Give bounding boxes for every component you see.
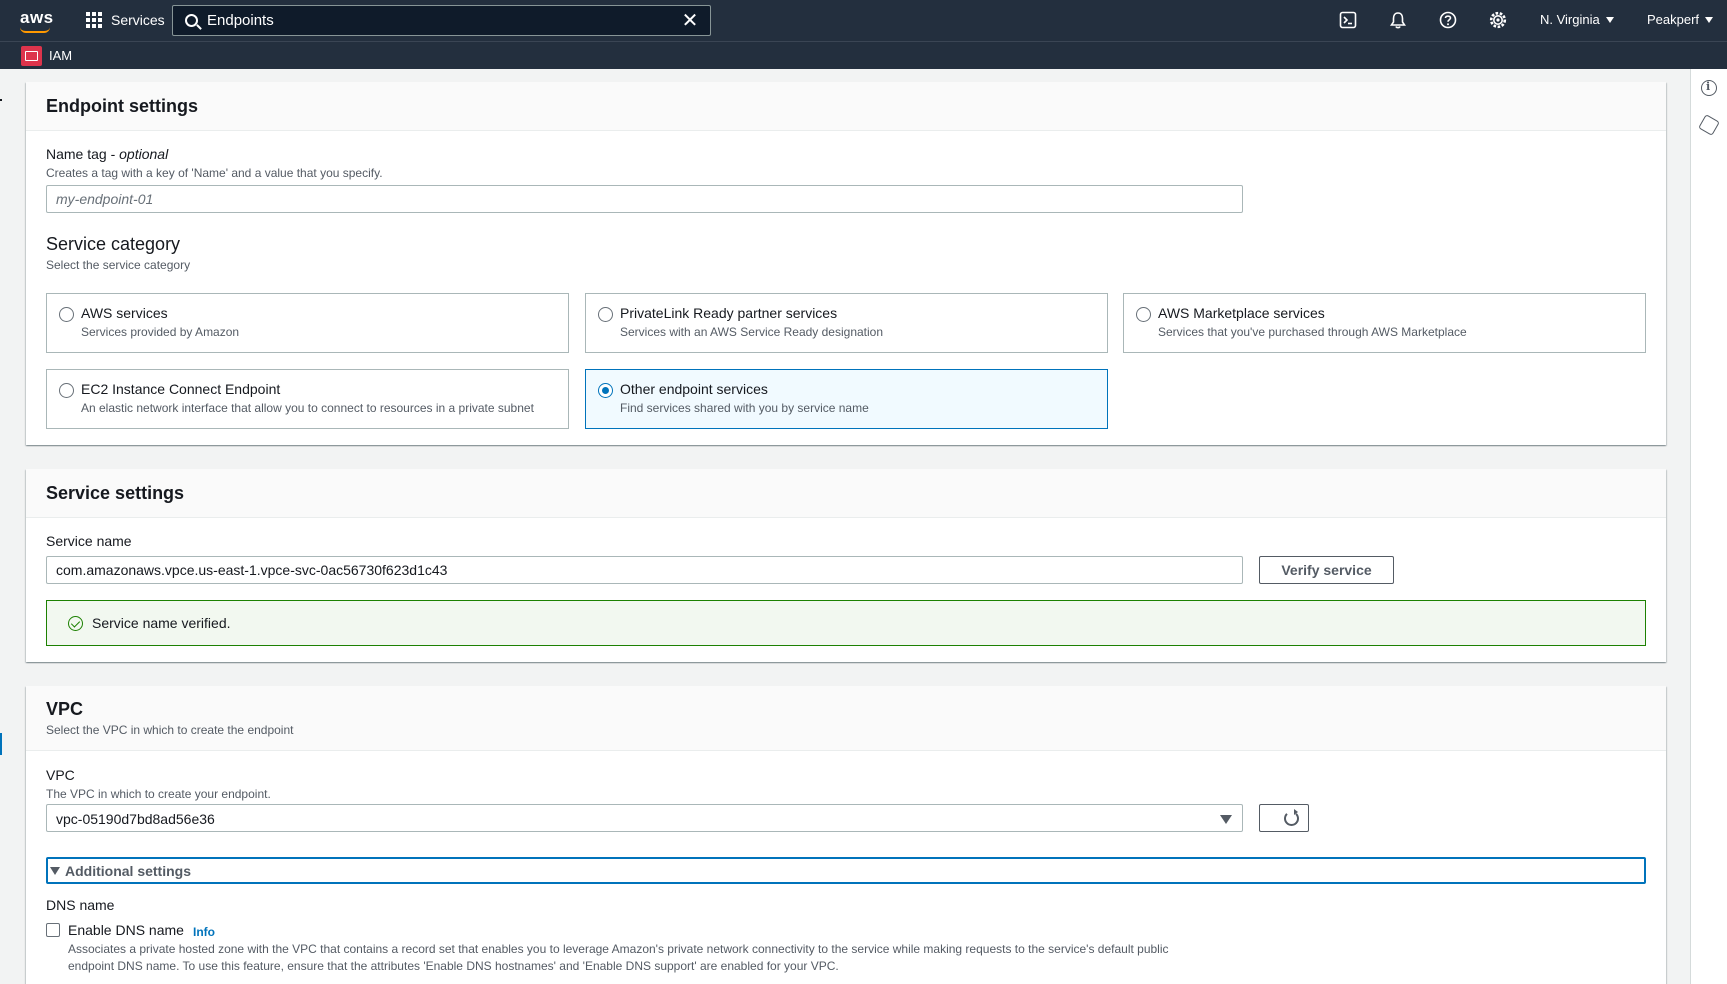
service-name-input[interactable] xyxy=(46,556,1243,584)
chevron-down-icon xyxy=(1605,17,1614,23)
caret-down-icon xyxy=(1220,815,1232,824)
verify-service-button[interactable]: Verify service xyxy=(1259,556,1394,584)
service-bar: IAM xyxy=(0,41,1727,69)
vpc-field-label: VPC xyxy=(46,767,75,783)
tile-ec2-instance-connect-endpoint[interactable]: EC2 Instance Connect Endpoint An elastic… xyxy=(46,369,569,429)
help-icon[interactable] xyxy=(1438,10,1458,30)
radio-button-selected[interactable] xyxy=(598,383,613,398)
tile-description: Services provided by Amazon xyxy=(81,325,240,339)
enable-dns-label[interactable]: Enable DNS name xyxy=(68,922,184,938)
name-tag-description: Creates a tag with a key of 'Name' and a… xyxy=(46,166,383,180)
account-menu[interactable]: Peakperf xyxy=(1647,12,1714,27)
info-icon[interactable] xyxy=(1701,80,1717,96)
tile-title: EC2 Instance Connect Endpoint xyxy=(81,381,281,397)
account-label: Peakperf xyxy=(1647,12,1700,27)
tile-privatelink-partner-services[interactable]: PrivateLink Ready partner services Servi… xyxy=(585,293,1108,353)
tile-other-endpoint-services[interactable]: Other endpoint services Find services sh… xyxy=(585,369,1108,429)
tile-title: AWS services xyxy=(81,305,168,321)
divider xyxy=(0,99,2,101)
radio-button[interactable] xyxy=(59,307,74,322)
enable-dns-checkbox[interactable] xyxy=(46,923,60,937)
aws-logo-smile xyxy=(20,27,50,33)
gear-icon[interactable] xyxy=(1488,10,1508,30)
dns-description-line1: Associates a private hosted zone with th… xyxy=(68,942,1169,956)
tile-title: PrivateLink Ready partner services xyxy=(620,305,838,321)
tile-title: AWS Marketplace services xyxy=(1158,305,1325,321)
service-name-label: Service name xyxy=(46,533,132,549)
additional-settings-expander[interactable]: Additional settings xyxy=(46,857,1646,884)
tile-description: Find services shared with you by service… xyxy=(620,401,869,415)
check-circle-icon xyxy=(68,616,83,631)
close-icon[interactable]: ✕ xyxy=(680,11,700,31)
caret-down-icon xyxy=(50,867,60,875)
vpc-container: VPC Select the VPC in which to create th… xyxy=(26,686,1666,984)
endpoint-settings-container: Endpoint settings Name tag - optional Cr… xyxy=(26,82,1666,445)
grid-icon xyxy=(86,12,102,28)
service-category-description: Select the service category xyxy=(46,258,191,272)
search-icon xyxy=(185,14,198,27)
name-tag-label-text: Name tag - xyxy=(46,146,116,162)
name-tag-label: Name tag - optional xyxy=(46,146,168,162)
success-alert: Service name verified. xyxy=(46,600,1646,646)
notifications-icon[interactable] xyxy=(1388,10,1408,30)
dns-name-title: DNS name xyxy=(46,897,115,913)
tools-rail xyxy=(1690,69,1727,984)
service-settings-header: Service settings xyxy=(26,469,1666,518)
vpc-header: VPC Select the VPC in which to create th… xyxy=(26,686,1666,751)
iam-service-link[interactable]: IAM xyxy=(49,48,72,63)
tile-description: Services with an AWS Service Ready desig… xyxy=(620,325,884,339)
vpc-description: Select the VPC in which to create the en… xyxy=(46,723,294,737)
radio-button[interactable] xyxy=(59,383,74,398)
settings-hex-icon[interactable] xyxy=(1698,114,1720,136)
tile-aws-marketplace-services[interactable]: AWS Marketplace services Services that y… xyxy=(1123,293,1646,353)
name-tag-input[interactable] xyxy=(46,185,1243,213)
search-input[interactable] xyxy=(207,9,657,32)
service-settings-title: Service settings xyxy=(46,483,185,503)
endpoint-settings-title: Endpoint settings xyxy=(46,96,198,116)
vpc-field-description: The VPC in which to create your endpoint… xyxy=(46,787,271,801)
vpc-select[interactable]: vpc-05190d7bd8ad56e36 xyxy=(46,804,1243,832)
radio-button[interactable] xyxy=(598,307,613,322)
region-selector[interactable]: N. Virginia xyxy=(1540,12,1614,27)
aws-logo[interactable]: aws xyxy=(20,8,54,28)
vpc-title: VPC xyxy=(46,699,84,719)
dns-description-line2: endpoint DNS name. To use this feature, … xyxy=(68,959,839,973)
service-category-title: Service category xyxy=(46,234,181,254)
services-label: Services xyxy=(111,12,165,28)
tile-description: Services that you've purchased through A… xyxy=(1158,325,1467,339)
service-settings-container: Service settings Service name Verify ser… xyxy=(26,469,1666,662)
search-box[interactable]: ✕ xyxy=(172,5,711,36)
endpoint-settings-header: Endpoint settings xyxy=(26,82,1666,131)
additional-settings-label: Additional settings xyxy=(65,863,191,879)
chevron-down-icon xyxy=(1705,17,1714,23)
services-menu-button[interactable]: Services xyxy=(86,8,165,32)
optional-text: optional xyxy=(119,146,169,162)
top-navigation: aws Services ✕ N. Virginia Peakperf xyxy=(0,0,1727,41)
refresh-icon xyxy=(1284,809,1299,826)
region-label: N. Virginia xyxy=(1540,12,1600,27)
success-message: Service name verified. xyxy=(92,615,231,631)
tile-title: Other endpoint services xyxy=(620,381,768,397)
vpc-select-value: vpc-05190d7bd8ad56e36 xyxy=(56,811,215,827)
tile-description: An elastic network interface that allow … xyxy=(81,401,534,415)
sidebar-toggle-accent xyxy=(0,733,2,755)
tile-aws-services[interactable]: AWS services Services provided by Amazon xyxy=(46,293,569,353)
cloudshell-icon[interactable] xyxy=(1338,10,1358,30)
radio-button[interactable] xyxy=(1136,307,1151,322)
info-link[interactable]: Info xyxy=(193,925,215,939)
iam-service-icon[interactable] xyxy=(21,46,42,66)
refresh-vpc-button[interactable] xyxy=(1259,804,1309,832)
